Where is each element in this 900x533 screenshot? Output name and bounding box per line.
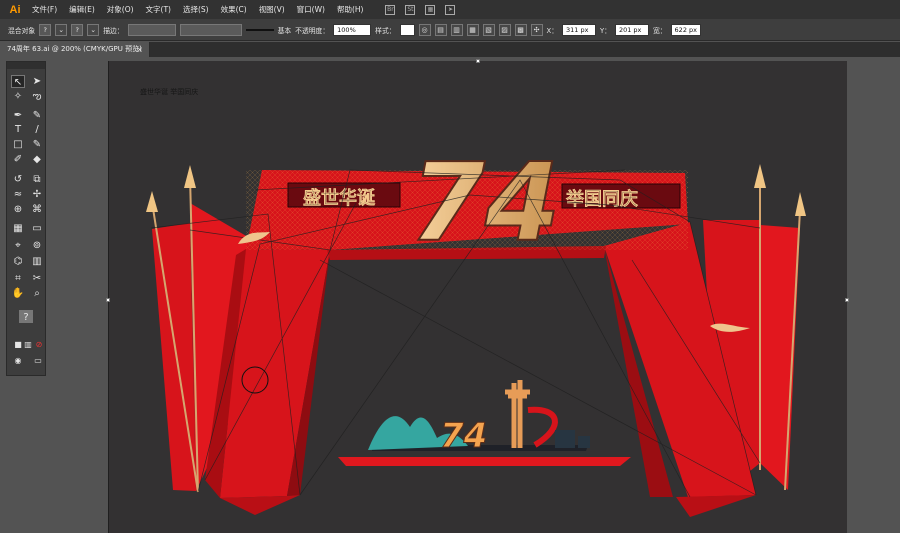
variable-width-field[interactable]	[179, 23, 242, 36]
zoom-tool-icon[interactable]: ⌕	[30, 287, 44, 300]
artboard-canvas[interactable]	[108, 61, 847, 533]
symbol-sprayer-tool-icon[interactable]: ⌬	[11, 255, 25, 268]
bridge-icon[interactable]: Br	[385, 4, 396, 15]
stroke-label: 描边：	[103, 26, 124, 35]
screen-mode-icon[interactable]: ▭	[31, 354, 45, 367]
control-bar: 混合对象 ? ⌄ ? ⌄ 描边： 基本 不透明度： 100% 样式： ◎ ▤ ▥…	[0, 19, 900, 41]
mode-label: 混合对象	[8, 26, 36, 35]
close-icon[interactable]: ×	[136, 42, 143, 57]
x-field[interactable]: 311 px	[562, 23, 596, 36]
stroke-preview-line	[245, 28, 274, 31]
selection-tool-icon[interactable]: ↖	[11, 75, 25, 88]
fill-stroke-swatch[interactable]: ?	[19, 310, 33, 323]
tools-panel-header[interactable]	[7, 62, 45, 69]
opacity-field[interactable]: 100%	[333, 23, 372, 36]
chevron-down-icon[interactable]: ⌄	[55, 23, 68, 36]
menu-object[interactable]: 对象(O)	[107, 4, 134, 15]
artboard-anchor-right[interactable]	[845, 298, 849, 302]
gradient-tool-icon[interactable]: ▭	[30, 222, 44, 235]
type-tool-icon[interactable]: T	[11, 123, 25, 136]
menu-file[interactable]: 文件(F)	[32, 4, 57, 15]
workspace-grid-icon[interactable]: ▦	[425, 4, 436, 15]
draw-mode-icon[interactable]: ◉	[11, 354, 25, 367]
w-label: 宽：	[652, 26, 667, 35]
document-tab-title: 74周年 63.ai @ 200% (CMYK/GPU 预览)	[7, 45, 142, 53]
menu-window[interactable]: 窗口(W)	[297, 4, 325, 15]
align-right-icon[interactable]: ▧	[482, 23, 495, 36]
line-tool-icon[interactable]: /	[30, 123, 44, 136]
shaper-tool-icon[interactable]: ✐	[11, 153, 25, 166]
opacity-label: 不透明度：	[295, 26, 330, 35]
none-mode-icon[interactable]: ⊘	[32, 338, 46, 351]
menu-bar: Ai 文件(F) 编辑(E) 对象(O) 文字(T) 选择(S) 效果(C) 视…	[0, 0, 900, 19]
puppet-warp-tool-icon[interactable]: ✢	[30, 188, 44, 201]
menu-edit[interactable]: 编辑(E)	[69, 4, 95, 15]
align-top-icon[interactable]: ▨	[498, 23, 511, 36]
stroke-width-field[interactable]	[127, 23, 176, 36]
workspace: ↖ ➤ ✧ ఌ ✒ ✎ T / □ ✎ ✐ ◆ ↺ ⧉ ≈ ✢ ⊕ ⌘ ▦ ▭ …	[0, 57, 900, 533]
x-label: X：	[546, 26, 558, 35]
perspective-grid-tool-icon[interactable]: ▦	[11, 222, 25, 235]
recolor-icon[interactable]: ◎	[418, 23, 431, 36]
menu-select[interactable]: 选择(S)	[183, 4, 209, 15]
paintbrush-tool-icon[interactable]: ✎	[30, 138, 44, 151]
chevron-down-icon[interactable]: ⌄	[87, 23, 100, 36]
shape-builder-tool-icon[interactable]: ⊕	[11, 203, 25, 216]
y-field[interactable]: 201 px	[614, 23, 649, 36]
style-label: 样式：	[375, 26, 396, 35]
stroke-style-label[interactable]: 基本	[278, 25, 292, 35]
y-label: Y：	[600, 26, 611, 35]
menu-help[interactable]: 帮助(H)	[337, 4, 364, 15]
curvature-tool-icon[interactable]: ✎	[30, 109, 44, 122]
pen-tool-icon[interactable]: ✒	[11, 109, 25, 122]
distribute-icon[interactable]: ▥	[450, 23, 463, 36]
artboard-anchor-top[interactable]	[476, 59, 480, 63]
live-paint-tool-icon[interactable]: ⌘	[30, 203, 44, 216]
align-icon[interactable]: ▤	[434, 23, 447, 36]
stock-icon[interactable]: St	[405, 4, 416, 15]
w-field[interactable]: 622 px	[670, 23, 701, 36]
magic-wand-tool-icon[interactable]: ✧	[11, 90, 25, 103]
menu-type[interactable]: 文字(T)	[146, 4, 171, 15]
rectangle-tool-icon[interactable]: □	[11, 138, 25, 151]
slice-tool-icon[interactable]: ✂	[30, 272, 44, 285]
transform-icon[interactable]: ✣	[530, 23, 543, 36]
send-icon[interactable]: ➤	[445, 4, 456, 15]
menu-effect[interactable]: 效果(C)	[221, 4, 247, 15]
width-tool-icon[interactable]: ≈	[11, 188, 25, 201]
artboard-anchor-left[interactable]	[106, 298, 110, 302]
hand-tool-icon[interactable]: ✋	[11, 287, 25, 300]
artboard-tool-icon[interactable]: ⌗	[11, 272, 25, 285]
align-bottom-icon[interactable]: ▩	[514, 23, 527, 36]
eraser-tool-icon[interactable]: ◆	[30, 153, 44, 166]
lasso-tool-icon[interactable]: ఌ	[30, 90, 44, 103]
eyedropper-tool-icon[interactable]: ⌖	[11, 239, 25, 252]
rotate-tool-icon[interactable]: ↺	[11, 173, 25, 186]
stroke-swatch[interactable]: ?	[71, 23, 84, 36]
illustrator-logo: Ai	[9, 3, 21, 16]
graph-tool-icon[interactable]: ▥	[30, 255, 44, 268]
align-center-icon[interactable]: ▦	[466, 23, 479, 36]
document-tab-bar: 74周年 63.ai @ 200% (CMYK/GPU 预览) ×	[0, 42, 900, 57]
direct-selection-tool-icon[interactable]: ➤	[30, 75, 44, 88]
graphic-style-swatch[interactable]	[399, 23, 415, 36]
blend-tool-icon[interactable]: ⊚	[30, 239, 44, 252]
scale-tool-icon[interactable]: ⧉	[30, 173, 44, 186]
document-tab[interactable]: 74周年 63.ai @ 200% (CMYK/GPU 预览) ×	[0, 42, 150, 57]
fill-swatch[interactable]: ?	[39, 23, 52, 36]
menu-view[interactable]: 视图(V)	[259, 4, 285, 15]
tools-panel: ↖ ➤ ✧ ఌ ✒ ✎ T / □ ✎ ✐ ◆ ↺ ⧉ ≈ ✢ ⊕ ⌘ ▦ ▭ …	[6, 61, 46, 376]
